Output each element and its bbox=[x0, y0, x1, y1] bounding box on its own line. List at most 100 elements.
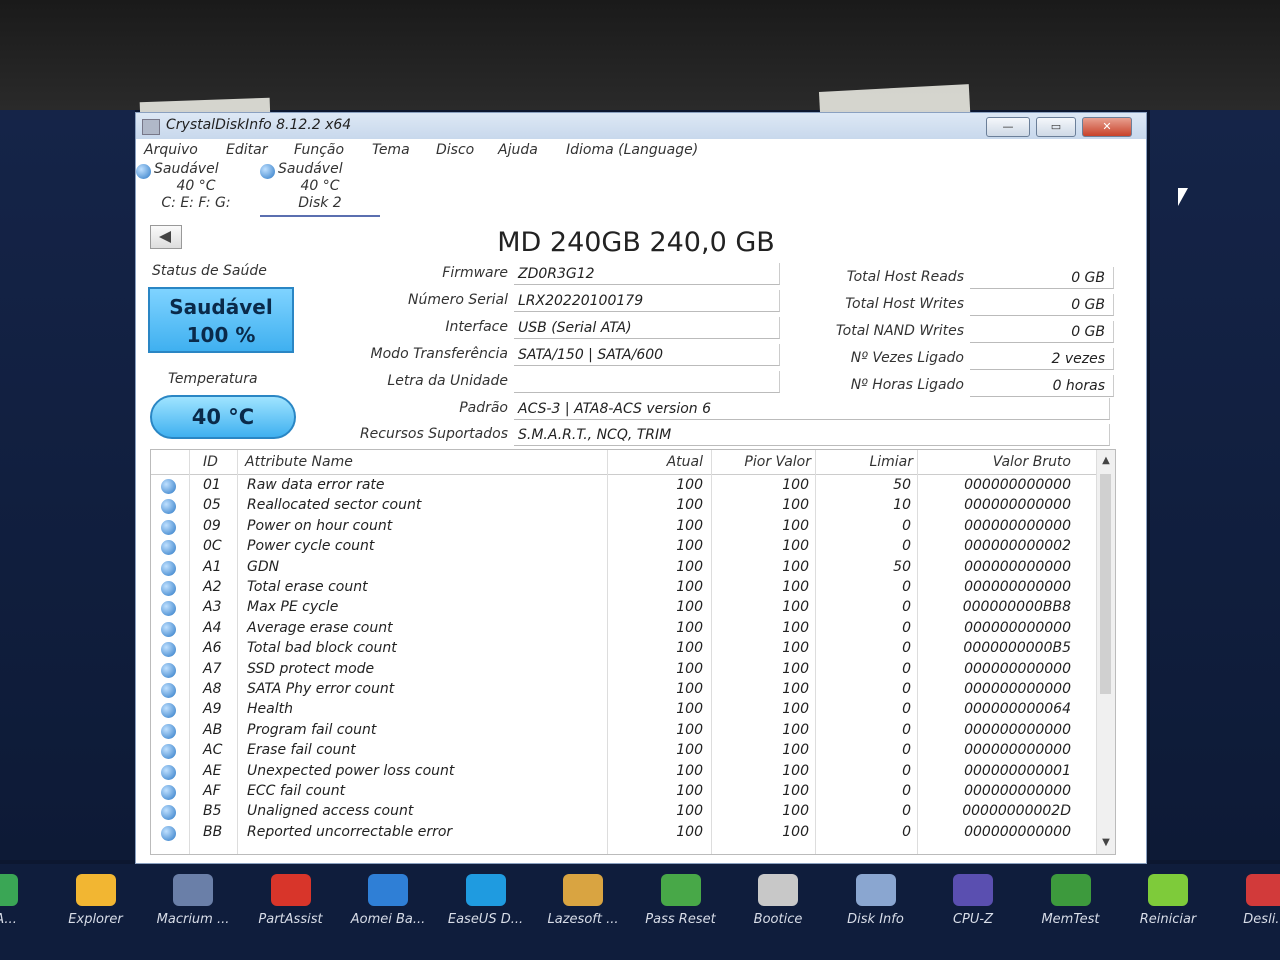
firmware-value: ZD0R3G12 bbox=[514, 263, 780, 285]
launcher-label: ALA... bbox=[0, 912, 17, 927]
cell-threshold: 0 bbox=[902, 538, 911, 555]
table-scrollbar[interactable]: ▲ ▼ bbox=[1096, 450, 1115, 854]
status-dot-icon bbox=[161, 744, 176, 760]
host-reads-value: 0 GB bbox=[970, 267, 1114, 289]
launcher-item[interactable]: Aomei Ba... bbox=[340, 874, 436, 927]
header-threshold[interactable]: Limiar bbox=[819, 454, 913, 470]
cell-current: 100 bbox=[676, 599, 703, 616]
menu-ajuda[interactable]: Ajuda bbox=[498, 142, 538, 158]
cell-current: 100 bbox=[676, 681, 703, 697]
launcher-item[interactable]: ALA... bbox=[0, 874, 46, 927]
table-row[interactable]: AB Program fail count 100 100 0 000000000000 bbox=[151, 721, 1097, 741]
table-row[interactable]: 01 Raw data error rate 100 100 50 00000000000… bbox=[151, 476, 1097, 496]
cell-current: 100 bbox=[676, 579, 703, 595]
disk-tab-1[interactable]: Saudável 40 °C C: E: F: G: bbox=[136, 161, 256, 215]
header-raw-value[interactable]: Valor Bruto bbox=[921, 454, 1071, 470]
host-writes-value: 0 GB bbox=[970, 294, 1114, 316]
app-icon bbox=[142, 119, 160, 135]
header-id[interactable]: ID bbox=[203, 454, 218, 470]
table-row[interactable]: AF ECC fail count 100 100 0 000000000000 bbox=[151, 782, 1097, 802]
cell-id: 09 bbox=[203, 517, 221, 534]
table-row[interactable]: 09 Power on hour count 100 100 0 000000000000 bbox=[151, 517, 1097, 537]
minimize-button[interactable]: — bbox=[986, 117, 1030, 137]
health-status-badge[interactable]: Saudável 100 % bbox=[148, 287, 294, 353]
table-row[interactable]: A6 Total bad block count 100 100 0 0000000000… bbox=[151, 639, 1097, 659]
cell-id: A8 bbox=[203, 681, 222, 697]
disk-tab-2[interactable]: Saudável 40 °C Disk 2 bbox=[260, 161, 380, 217]
table-row[interactable]: A9 Health 100 100 0 000000000064 bbox=[151, 700, 1097, 720]
scroll-thumb[interactable] bbox=[1100, 474, 1111, 694]
launcher-item[interactable]: Desli... bbox=[1218, 874, 1280, 927]
interface-value: USB (Serial ATA) bbox=[514, 317, 780, 339]
disk-name: C: E: F: G: bbox=[161, 195, 231, 211]
launcher-item[interactable]: CPU-Z bbox=[925, 874, 1021, 927]
close-button[interactable]: ✕ bbox=[1082, 117, 1132, 137]
cell-current: 100 bbox=[676, 538, 703, 555]
menu-arquivo[interactable]: Arquivo bbox=[144, 142, 198, 158]
maximize-button[interactable]: ▭ bbox=[1036, 117, 1076, 137]
app-launcher-icon bbox=[1050, 874, 1091, 906]
table-row[interactable]: 0C Power cycle count 100 100 0 000000000002 bbox=[151, 537, 1097, 557]
status-dot-icon bbox=[161, 723, 176, 739]
health-status-text: Saudável bbox=[169, 295, 273, 319]
launcher-item[interactable]: Pass Reset bbox=[633, 874, 729, 927]
table-row[interactable]: AC Erase fail count 100 100 0 000000000000 bbox=[151, 741, 1097, 761]
menu-tema[interactable]: Tema bbox=[372, 142, 410, 158]
status-dot-icon bbox=[161, 621, 176, 637]
launcher-item[interactable]: Disk Info bbox=[828, 874, 924, 927]
menu-editar[interactable]: Editar bbox=[226, 142, 267, 158]
cell-raw-value: 000000000000 bbox=[964, 721, 1071, 738]
cell-id: A4 bbox=[203, 619, 222, 636]
app-launcher-icon bbox=[270, 874, 311, 906]
window-title: CrystalDiskInfo 8.12.2 x64 bbox=[166, 117, 352, 133]
app-launcher-icon bbox=[1148, 874, 1188, 906]
launcher-item[interactable]: Lazesoft ... bbox=[535, 874, 631, 927]
cell-id: AC bbox=[203, 742, 223, 759]
model-title: MD 240GB 240,0 GB bbox=[497, 227, 775, 258]
table-row[interactable]: A8 SATA Phy error count 100 100 0 00000000000… bbox=[151, 680, 1097, 700]
previous-disk-button[interactable] bbox=[150, 225, 182, 249]
disk-selector: Saudável 40 °C C: E: F: G: Saudável 40 °… bbox=[136, 161, 1146, 217]
table-row[interactable]: A7 SSD protect mode 100 100 0 000000000000 bbox=[151, 660, 1097, 680]
table-row[interactable]: A1 GDN 100 100 50 000000000000 bbox=[151, 558, 1097, 578]
table-row[interactable]: B5 Unaligned access count 100 100 0 000000000… bbox=[151, 802, 1097, 822]
launcher-item[interactable]: Macrium ... bbox=[145, 874, 241, 927]
launcher-item[interactable]: Bootice bbox=[730, 874, 826, 927]
launcher-item[interactable]: Explorer bbox=[48, 874, 144, 927]
scroll-up-icon[interactable]: ▲ bbox=[1097, 452, 1115, 470]
table-row[interactable]: A3 Max PE cycle 100 100 0 000000000BB8 bbox=[151, 598, 1097, 618]
launcher-item[interactable]: MemTest bbox=[1023, 874, 1119, 927]
health-dot-icon bbox=[136, 164, 151, 179]
table-row[interactable]: A4 Average erase count 100 100 0 000000000000 bbox=[151, 619, 1097, 639]
table-row[interactable]: BB Reported uncorrectable error 100 100 0 000… bbox=[151, 823, 1097, 843]
cell-raw-value: 000000000000 bbox=[964, 783, 1071, 799]
health-percent: 100 % bbox=[186, 323, 256, 347]
temperature-badge[interactable]: 40 °C bbox=[150, 395, 296, 439]
cell-raw-value: 000000000000 bbox=[964, 517, 1071, 534]
monitor-bezel bbox=[0, 0, 1280, 110]
cell-id: 01 bbox=[203, 477, 221, 493]
power-hours-label: Nº Horas Ligado bbox=[850, 377, 964, 393]
header-worst[interactable]: Pior Valor bbox=[717, 454, 811, 470]
power-count-label: Nº Vezes Ligado bbox=[850, 350, 964, 366]
cell-raw-value: 00000000002D bbox=[962, 803, 1071, 820]
cell-worst: 100 bbox=[782, 681, 809, 697]
launcher-item[interactable]: PartAssist bbox=[243, 874, 339, 927]
header-current[interactable]: Atual bbox=[619, 454, 703, 470]
cell-attribute-name: Reported uncorrectable error bbox=[247, 823, 453, 840]
menu-disco[interactable]: Disco bbox=[436, 142, 474, 158]
health-status-label: Status de Saúde bbox=[152, 263, 267, 279]
disk-temp: 40 °C bbox=[300, 178, 340, 194]
scroll-down-icon[interactable]: ▼ bbox=[1097, 834, 1115, 852]
header-attribute-name[interactable]: Attribute Name bbox=[245, 454, 353, 470]
table-row[interactable]: 05 Reallocated sector count 100 100 10 000000… bbox=[151, 496, 1097, 516]
menu-idioma[interactable]: Idioma (Language) bbox=[566, 142, 698, 158]
launcher-item[interactable]: EaseUS D... bbox=[438, 874, 534, 927]
launcher-item[interactable]: Reiniciar bbox=[1120, 874, 1216, 927]
features-value: S.M.A.R.T., NCQ, TRIM bbox=[514, 424, 1110, 446]
table-row[interactable]: AE Unexpected power loss count 100 100 0 0000… bbox=[151, 762, 1097, 782]
cell-worst: 100 bbox=[782, 558, 809, 575]
cell-threshold: 0 bbox=[902, 660, 911, 677]
menu-funcao[interactable]: Função bbox=[294, 142, 344, 158]
table-row[interactable]: A2 Total erase count 100 100 0 000000000000 bbox=[151, 578, 1097, 598]
